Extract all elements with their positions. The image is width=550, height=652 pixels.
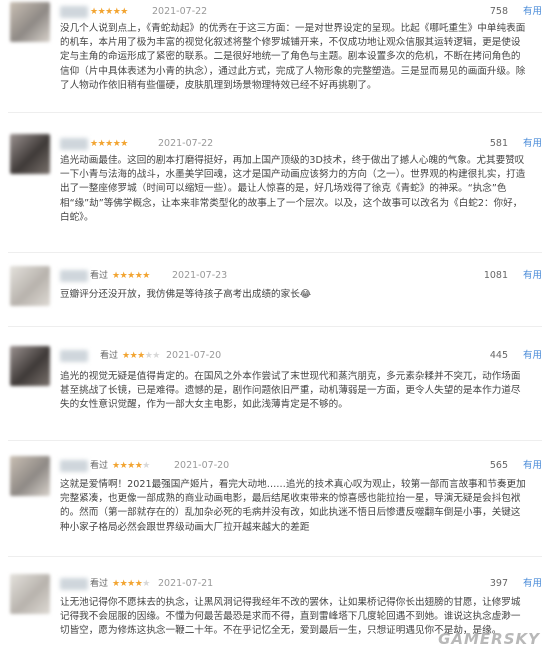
rating-stars: ★★★★★ [112,271,150,281]
seen-label: 看过 [90,461,109,471]
review-date: 2021-07-22 [158,138,214,149]
useful-button[interactable]: 有用 [523,138,542,150]
review-text: 追光的视觉无疑是值得肯定的。在国风之外本作尝试了末世现代和蒸汽朋克，多元素杂糅并… [60,371,521,411]
username[interactable] [60,138,88,150]
useful-button[interactable]: 有用 [523,270,542,282]
divider [8,326,542,327]
review-date: 2021-07-22 [152,6,208,17]
seen-label: 看过 [90,271,109,281]
useful-button[interactable]: 有用 [523,350,542,362]
divider [8,252,542,253]
user-avatar[interactable] [10,2,50,42]
rating-stars: ★★★★★ [112,461,150,471]
username[interactable] [60,578,88,590]
useful-count: 565 [489,460,508,471]
useful-count: 397 [489,578,508,589]
useful-count: 1081 [483,270,508,281]
rating-stars: ★★★★★ [90,7,128,17]
review-text: 这就是爱情啊！2021最强国产姬片，看完大动地……追光的技术真心叹为观止，较第一… [60,479,526,533]
review-date: 2021-07-21 [158,578,214,589]
user-avatar[interactable] [10,266,50,306]
useful-button[interactable]: 有用 [523,6,542,18]
useful-count: 581 [489,138,508,149]
seen-label: 看过 [90,579,109,589]
username[interactable] [60,350,88,362]
divider [8,556,542,557]
username[interactable] [60,270,88,282]
review-date: 2021-07-23 [172,270,228,281]
rating-stars: ★★★★★ [90,139,128,149]
review-text: 没几个人说到点上，《青蛇劫起》的优秀在于这三方面：一是对世界设定的呈现。比起《哪… [60,23,526,91]
useful-button[interactable]: 有用 [523,460,542,472]
user-avatar[interactable] [10,134,50,174]
useful-count: 445 [489,350,508,361]
username[interactable] [60,6,88,18]
user-avatar[interactable] [10,456,50,496]
divider [8,440,542,441]
site-watermark: GAMERSKY [438,630,540,648]
review-text: 豆瓣评分还没开放，我仿佛是等待孩子高考出成绩的家长😂 [60,289,312,300]
user-avatar[interactable] [10,346,50,386]
user-avatar[interactable] [10,574,50,614]
username[interactable] [60,460,88,472]
seen-label: 看过 [100,351,119,361]
useful-button[interactable]: 有用 [523,578,542,590]
review-date: 2021-07-20 [166,350,222,361]
rating-stars: ★★★★★ [112,579,150,589]
review-date: 2021-07-20 [174,460,230,471]
divider [8,112,542,113]
review-text: 追光动画最佳。这回的剧本打磨得挺好，再加上国产顶级的3D技术，终于做出了撼人心魄… [60,155,526,223]
rating-stars: ★★★★★ [122,351,160,361]
useful-count: 758 [489,6,508,17]
